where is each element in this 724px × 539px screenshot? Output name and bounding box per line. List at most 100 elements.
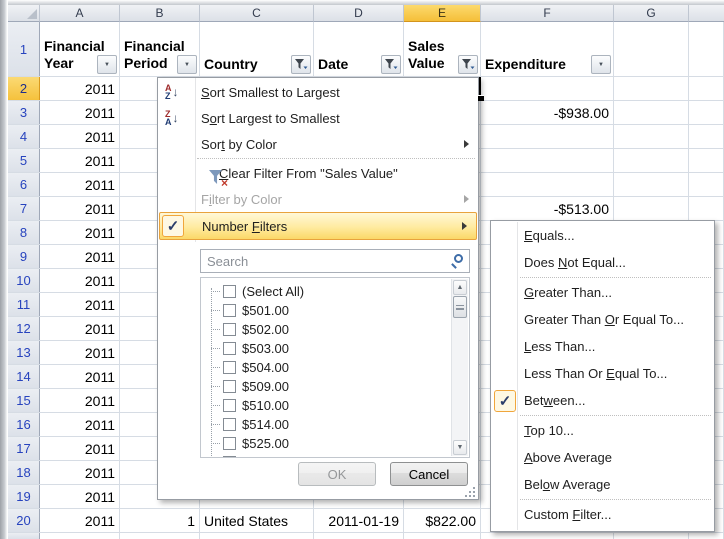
cell-country[interactable]: United States	[200, 509, 314, 532]
cell[interactable]: 2011	[40, 437, 120, 460]
checkbox[interactable]	[223, 380, 236, 393]
cell[interactable]	[481, 149, 614, 172]
filter-button-date[interactable]	[381, 55, 401, 74]
row-header[interactable]: 18	[8, 461, 40, 484]
list-item[interactable]: $502.00	[207, 320, 449, 339]
submenu-item-greater-than-or-equal[interactable]: Greater Than Or Equal To...	[491, 306, 714, 333]
scrollbar-thumb[interactable]	[453, 296, 467, 318]
cell[interactable]: 2011	[40, 365, 120, 388]
checkbox[interactable]	[223, 342, 236, 355]
resize-grip[interactable]	[465, 486, 476, 497]
submenu-item-less-than[interactable]: Less Than...	[491, 333, 714, 360]
row-header-1[interactable]: 1	[8, 22, 40, 76]
cell[interactable]	[614, 77, 689, 100]
list-scrollbar[interactable]: ▲ ▼	[451, 279, 468, 456]
submenu-item-does-not-equal[interactable]: Does Not Equal...	[491, 249, 714, 276]
submenu-item-greater-than[interactable]: Greater Than...	[491, 279, 714, 306]
cell[interactable]	[689, 77, 724, 100]
cell[interactable]	[614, 125, 689, 148]
cell[interactable]	[689, 197, 724, 220]
menu-item-number-filters[interactable]: ✓ Number Filters	[159, 212, 477, 240]
cell[interactable]	[481, 125, 614, 148]
cell[interactable]: 2011	[40, 125, 120, 148]
cell[interactable]	[614, 173, 689, 196]
cell-period[interactable]: 1	[120, 509, 200, 532]
cell-E1-sales-value[interactable]: SalesValue	[404, 22, 481, 76]
row-header[interactable]: 6	[8, 173, 40, 196]
checkbox[interactable]	[223, 437, 236, 450]
cell-G1[interactable]	[614, 22, 689, 76]
row-header[interactable]	[8, 533, 40, 539]
checkbox[interactable]	[223, 323, 236, 336]
cell[interactable]	[481, 173, 614, 196]
row-header[interactable]: 16	[8, 413, 40, 436]
cell-C1-country[interactable]: Country	[200, 22, 314, 76]
col-header-H-partial[interactable]	[689, 5, 724, 22]
cancel-button[interactable]: Cancel	[390, 462, 468, 486]
cell[interactable]: 2011	[40, 293, 120, 316]
filter-button-country[interactable]	[291, 55, 311, 74]
list-item[interactable]: $514.00	[207, 415, 449, 434]
cell[interactable]: 2011	[40, 245, 120, 268]
list-item[interactable]: $503.00	[207, 339, 449, 358]
col-header-B[interactable]: B	[120, 5, 200, 22]
list-item[interactable]: $501.00	[207, 301, 449, 320]
checkbox[interactable]	[223, 304, 236, 317]
list-item[interactable]: $525.00	[207, 434, 449, 453]
cell[interactable]: 2011	[40, 341, 120, 364]
row-header[interactable]: 4	[8, 125, 40, 148]
row-header-2-selected[interactable]: 2	[8, 77, 40, 100]
cell-F1-expenditure[interactable]: Expenditure ▼	[481, 22, 614, 76]
submenu-item-equals[interactable]: Equals...	[491, 222, 714, 249]
col-header-F[interactable]: F	[481, 5, 614, 22]
cell[interactable]: 2011	[40, 221, 120, 244]
row-header[interactable]: 12	[8, 317, 40, 340]
filter-button-expenditure[interactable]: ▼	[591, 55, 611, 74]
cell[interactable]: 2011	[40, 317, 120, 340]
cell[interactable]	[689, 101, 724, 124]
row-header[interactable]: 11	[8, 293, 40, 316]
col-header-G[interactable]: G	[614, 5, 689, 22]
cell[interactable]: 2011	[40, 413, 120, 436]
row-header[interactable]: 7	[8, 197, 40, 220]
checkbox[interactable]	[223, 456, 236, 458]
menu-item-sort-smallest-to-largest[interactable]: AZ↓ Sort Smallest to Largest	[158, 79, 478, 105]
cell[interactable]	[689, 149, 724, 172]
submenu-item-top-10[interactable]: Top 10...	[491, 417, 714, 444]
cell[interactable]	[689, 173, 724, 196]
cell[interactable]: 2011	[40, 149, 120, 172]
cell[interactable]: 2011	[40, 509, 120, 532]
cell-H1[interactable]	[689, 22, 724, 76]
list-item[interactable]: $509.00	[207, 377, 449, 396]
list-item[interactable]: $504.00	[207, 358, 449, 377]
cell-date[interactable]: 2011-01-19	[314, 509, 404, 532]
cell[interactable]: 2011	[40, 485, 120, 508]
cell[interactable]: 2011	[40, 461, 120, 484]
cell[interactable]	[614, 149, 689, 172]
cell-expenditure[interactable]: -$513.00	[481, 197, 614, 220]
cell[interactable]	[614, 101, 689, 124]
row-header[interactable]: 20	[8, 509, 40, 532]
menu-item-clear-filter[interactable]: × Clear Filter From "Sales Value"	[158, 160, 478, 186]
submenu-item-less-than-or-equal[interactable]: Less Than Or Equal To...	[491, 360, 714, 387]
row-header[interactable]: 13	[8, 341, 40, 364]
menu-item-sort-largest-to-smallest[interactable]: ZA↓ Sort Largest to Smallest	[158, 105, 478, 131]
scroll-up-icon[interactable]: ▲	[453, 280, 467, 295]
cell[interactable]: 2011	[40, 269, 120, 292]
checkbox[interactable]	[223, 399, 236, 412]
checkbox[interactable]	[223, 418, 236, 431]
list-item[interactable]: $510.00	[207, 396, 449, 415]
cell-B1-financial-period[interactable]: FinancialPeriod ▼	[120, 22, 200, 76]
submenu-item-above-average[interactable]: Above Average	[491, 444, 714, 471]
filter-button-financial-period[interactable]: ▼	[177, 55, 197, 74]
row-header[interactable]: 8	[8, 221, 40, 244]
filter-button-financial-year[interactable]: ▼	[97, 55, 117, 74]
fill-handle[interactable]	[478, 95, 484, 101]
row-header[interactable]: 10	[8, 269, 40, 292]
col-header-D[interactable]: D	[314, 5, 404, 22]
cell[interactable]: 2011	[40, 197, 120, 220]
submenu-item-custom-filter[interactable]: Custom Filter...	[491, 501, 714, 528]
cell-A1-financial-year[interactable]: FinancialYear ▼	[40, 22, 120, 76]
row-header[interactable]: 3	[8, 101, 40, 124]
scroll-down-icon[interactable]: ▼	[453, 440, 467, 455]
